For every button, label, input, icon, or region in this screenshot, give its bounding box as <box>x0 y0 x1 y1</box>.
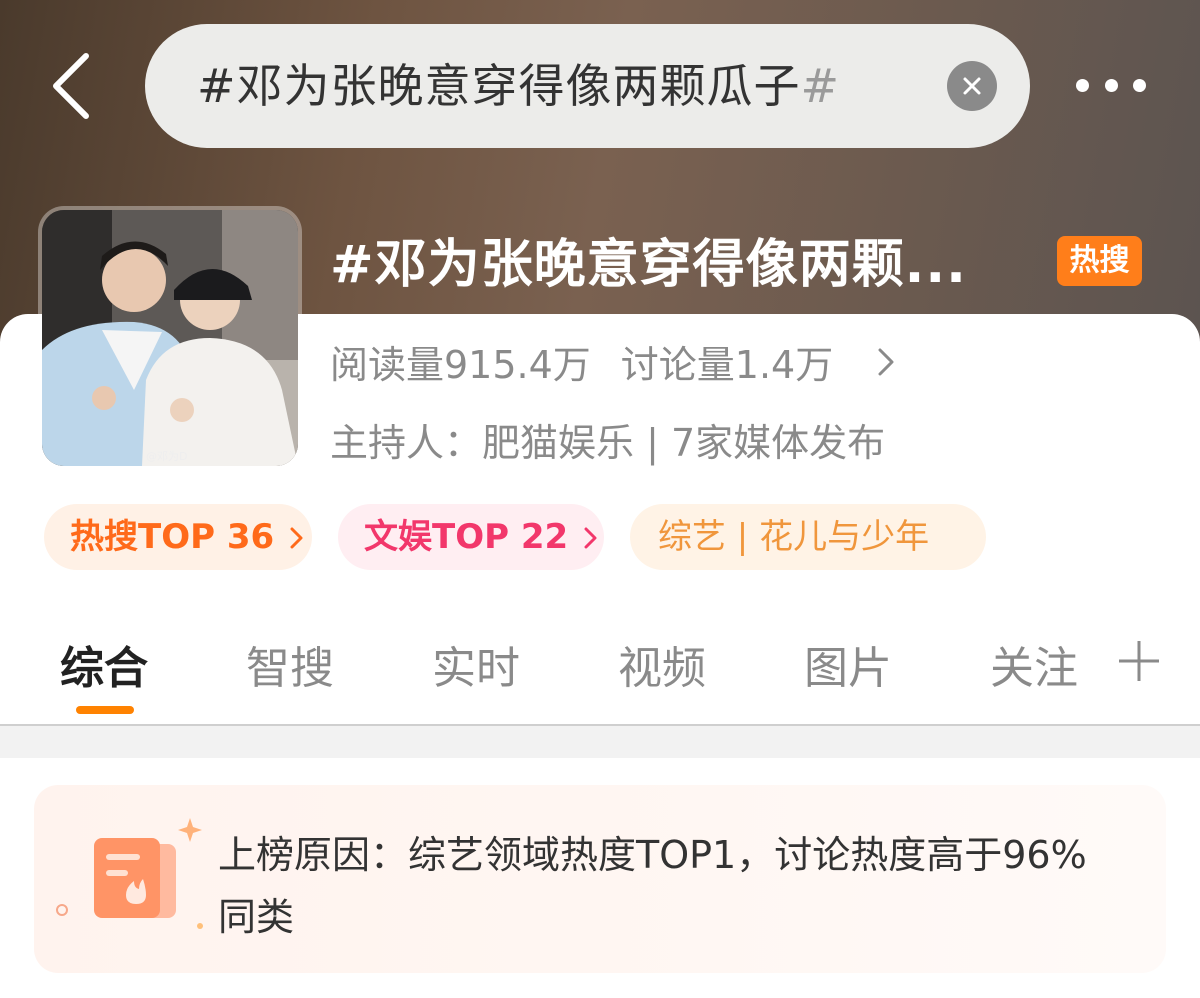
hot-search-badge: 热搜 <box>1057 236 1142 286</box>
active-tab-indicator <box>76 706 134 714</box>
section-separator <box>0 726 1200 758</box>
entertainment-rank-chip[interactable]: 文娱TOP 22 <box>338 504 604 570</box>
discussions-count: 讨论量1.4万 <box>620 343 834 387</box>
more-icon[interactable] <box>1076 70 1146 100</box>
plus-icon[interactable] <box>1116 638 1162 684</box>
topic-stats[interactable]: 阅读量915.4万 讨论量1.4万 <box>330 334 895 389</box>
thumbnail-photo <box>42 210 298 466</box>
search-input[interactable]: #邓为张晚意穿得像两颗瓜子# <box>145 24 1030 148</box>
tab-images[interactable]: 图片 <box>804 632 892 696</box>
back-arrow-icon <box>53 53 89 119</box>
chevron-right-icon <box>584 527 597 549</box>
tab-smart-search[interactable]: 智搜 <box>246 632 334 696</box>
variety-show-label: 综艺 | 花儿与少年 <box>658 517 930 557</box>
variety-show-chip[interactable]: 综艺 | 花儿与少年 <box>630 504 986 570</box>
thumbnail-watermark: @邓为D <box>146 450 188 463</box>
clear-icon <box>963 77 981 95</box>
topic-title: #邓为张晚意穿得像两颗... <box>330 235 967 295</box>
trending-reason-text: 上榜原因：综艺领域热度TOP1，讨论热度高于96%同类 <box>218 833 1087 939</box>
clear-search-button[interactable] <box>947 61 997 111</box>
topic-thumbnail[interactable]: @邓为D <box>38 206 302 470</box>
reads-count: 阅读量915.4万 <box>330 343 591 387</box>
host-info: 主持人：肥猫娱乐 | 7家媒体发布 <box>330 421 886 465</box>
document-fire-icon <box>56 818 203 929</box>
sparkle-icon <box>178 818 202 842</box>
hot-search-rank-chip[interactable]: 热搜TOP 36 <box>44 504 312 570</box>
tab-following[interactable]: 关注 <box>990 632 1078 696</box>
tab-comprehensive[interactable]: 综合 <box>60 632 148 696</box>
entertainment-rank-label: 文娱TOP 22 <box>364 517 569 557</box>
tab-video[interactable]: 视频 <box>618 632 706 696</box>
back-button[interactable] <box>48 52 98 120</box>
chevron-right-icon <box>290 527 303 549</box>
chevron-right-icon <box>878 348 894 375</box>
tab-realtime[interactable]: 实时 <box>432 632 520 696</box>
search-query-text: #邓为张晚意穿得像两颗瓜子# <box>197 59 841 113</box>
hot-search-rank-label: 热搜TOP 36 <box>70 517 275 557</box>
tab-bar: 综合 智搜 实时 视频 图片 关注 <box>0 610 1200 724</box>
